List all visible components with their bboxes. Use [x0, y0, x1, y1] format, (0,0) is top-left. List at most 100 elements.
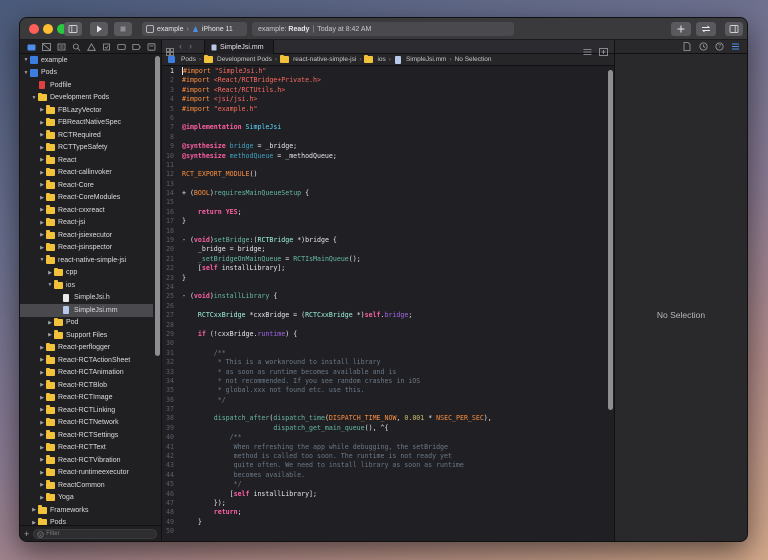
- file-tree-item[interactable]: ▶ Yoga: [20, 492, 153, 505]
- disclosure-closed-icon[interactable]: ▶: [38, 431, 46, 439]
- disclosure-closed-icon[interactable]: ▶: [38, 219, 46, 227]
- disclosure-open-icon[interactable]: ▼: [22, 56, 30, 64]
- disclosure-closed-icon[interactable]: ▶: [38, 456, 46, 464]
- disclosure-closed-icon[interactable]: ▶: [38, 369, 46, 377]
- file-tree-item[interactable]: ▶ RCTTypeSafety: [20, 142, 153, 155]
- disclosure-closed-icon[interactable]: ▶: [38, 481, 46, 489]
- file-tree-item[interactable]: ▶ React-jsinspector: [20, 242, 153, 255]
- editor-scrollbar[interactable]: [608, 70, 613, 410]
- file-tree-item[interactable]: ▼ example: [20, 54, 153, 67]
- file-tree-item[interactable]: ▶ React-RCTBlob: [20, 379, 153, 392]
- toggle-navigator-button[interactable]: [64, 22, 82, 36]
- file-tree-item[interactable]: ▶ Frameworks: [20, 504, 153, 517]
- disclosure-closed-icon[interactable]: ▶: [38, 206, 46, 214]
- breadcrumb-item[interactable]: Development Pods: [217, 56, 272, 63]
- disclosure-closed-icon[interactable]: ▶: [38, 144, 46, 152]
- disclosure-closed-icon[interactable]: ▶: [30, 506, 38, 514]
- test-icon[interactable]: [99, 40, 114, 54]
- file-tree-item[interactable]: ▶ React-callinvoker: [20, 167, 153, 180]
- file-tree-item[interactable]: ▶ React-runtimeexecutor: [20, 467, 153, 480]
- adjust-editor-icon[interactable]: [583, 43, 592, 61]
- library-button[interactable]: [671, 22, 691, 36]
- file-tree-item[interactable]: ▶ React-RCTNetwork: [20, 417, 153, 430]
- disclosure-closed-icon[interactable]: ▶: [46, 269, 54, 277]
- disclosure-closed-icon[interactable]: ▶: [38, 156, 46, 164]
- file-tree-item[interactable]: Podfile: [20, 79, 153, 92]
- toggle-inspector-button[interactable]: [725, 22, 743, 36]
- scheme-selector[interactable]: example › iPhone 11: [142, 22, 247, 36]
- file-tree-item[interactable]: ▶ React-RCTActionSheet: [20, 354, 153, 367]
- file-tree-item[interactable]: ▶ Pod: [20, 317, 153, 330]
- file-tree-item[interactable]: ▶ Pods: [20, 517, 153, 525]
- disclosure-closed-icon[interactable]: ▶: [38, 406, 46, 414]
- disclosure-closed-icon[interactable]: ▶: [38, 469, 46, 477]
- breadcrumb-item[interactable]: SimpleJsi.mm: [406, 56, 446, 63]
- filter-input[interactable]: Filter: [33, 528, 157, 539]
- file-tree-item[interactable]: ▶ cpp: [20, 267, 153, 280]
- breadcrumb-item[interactable]: No Selection: [455, 56, 492, 63]
- file-tree-item[interactable]: ▶ React-jsiexecutor: [20, 229, 153, 242]
- disclosure-closed-icon[interactable]: ▶: [38, 106, 46, 114]
- breadcrumb-item[interactable]: react-native-simple-jsi: [293, 56, 356, 63]
- folder-icon[interactable]: [24, 40, 39, 54]
- file-tree-item[interactable]: ▶ ReactCommon: [20, 479, 153, 492]
- disclosure-closed-icon[interactable]: ▶: [38, 181, 46, 189]
- file-tree-item[interactable]: ▼ Development Pods: [20, 92, 153, 105]
- disclosure-closed-icon[interactable]: ▶: [38, 194, 46, 202]
- file-tree-item[interactable]: ▶ React-RCTText: [20, 442, 153, 455]
- code-view[interactable]: 1 #import "SimpleJsi.h" 2 #import <React/RC…: [162, 67, 614, 541]
- file-tree-item[interactable]: ▶ React-RCTAnimation: [20, 367, 153, 380]
- file-tree-item[interactable]: ▶ React-RCTLinking: [20, 404, 153, 417]
- file-tree-item[interactable]: ▶ React-Core: [20, 179, 153, 192]
- file-tree-item[interactable]: ▶ Support Files: [20, 329, 153, 342]
- file-tree-item[interactable]: ▶ React-perflogger: [20, 342, 153, 355]
- disclosure-closed-icon[interactable]: ▶: [38, 394, 46, 402]
- file-tree-item[interactable]: ▶ React-cxxreact: [20, 204, 153, 217]
- file-tree-item[interactable]: ▶ React-RCTVibration: [20, 454, 153, 467]
- file-tree-item[interactable]: ▶ React-RCTSettings: [20, 429, 153, 442]
- file-tree-item[interactable]: ▶ FBReactNativeSpec: [20, 117, 153, 130]
- disclosure-closed-icon[interactable]: ▶: [38, 169, 46, 177]
- forward-icon[interactable]: ›: [189, 41, 192, 51]
- add-editor-icon[interactable]: [599, 43, 608, 61]
- disclosure-closed-icon[interactable]: ▶: [46, 331, 54, 339]
- disclosure-closed-icon[interactable]: ▶: [38, 244, 46, 252]
- file-tree-item[interactable]: SimpleJsi.mm: [20, 304, 153, 317]
- tab-simplejsi-mm[interactable]: SimpleJsi.mm: [204, 40, 274, 54]
- find-icon[interactable]: [69, 40, 84, 54]
- symbol-icon[interactable]: [54, 40, 69, 54]
- disclosure-open-icon[interactable]: ▼: [38, 256, 46, 264]
- file-tree-item[interactable]: ▶ React-jsi: [20, 217, 153, 230]
- disclosure-closed-icon[interactable]: ▶: [38, 444, 46, 452]
- file-tree-item[interactable]: ▼ Pods: [20, 67, 153, 80]
- stop-button[interactable]: [114, 22, 132, 36]
- file-tree-item[interactable]: ▶ FBLazyVector: [20, 104, 153, 117]
- file-tree-item[interactable]: ▼ ios: [20, 279, 153, 292]
- code-review-button[interactable]: [696, 22, 716, 36]
- file-tree-item[interactable]: ▶ RCTRequired: [20, 129, 153, 142]
- file-inspector-icon[interactable]: [681, 41, 693, 53]
- navigator-scrollbar[interactable]: [155, 56, 160, 356]
- disclosure-open-icon[interactable]: ▼: [46, 281, 54, 289]
- file-tree-item[interactable]: ▶ React: [20, 154, 153, 167]
- file-tree-item[interactable]: ▼ react-native-simple-jsi: [20, 254, 153, 267]
- close-window-button[interactable]: [29, 24, 39, 34]
- breakpoint-icon[interactable]: [129, 40, 144, 54]
- file-tree-item[interactable]: ▶ React-RCTImage: [20, 392, 153, 405]
- attributes-icon[interactable]: [729, 41, 741, 53]
- breadcrumb-item[interactable]: Pods: [181, 56, 196, 63]
- issue-icon[interactable]: [84, 40, 99, 54]
- disclosure-closed-icon[interactable]: ▶: [38, 381, 46, 389]
- back-icon[interactable]: ‹: [179, 41, 182, 51]
- report-icon[interactable]: [144, 40, 159, 54]
- add-file-icon[interactable]: +: [24, 529, 29, 539]
- file-tree-item[interactable]: ▶ React-CoreModules: [20, 192, 153, 205]
- disclosure-open-icon[interactable]: ▼: [22, 69, 30, 77]
- disclosure-closed-icon[interactable]: ▶: [38, 119, 46, 127]
- disclosure-open-icon[interactable]: ▼: [30, 94, 38, 102]
- disclosure-closed-icon[interactable]: ▶: [38, 494, 46, 502]
- disclosure-closed-icon[interactable]: ▶: [38, 231, 46, 239]
- disclosure-closed-icon[interactable]: ▶: [38, 344, 46, 352]
- disclosure-closed-icon[interactable]: ▶: [38, 419, 46, 427]
- run-button[interactable]: [90, 22, 108, 36]
